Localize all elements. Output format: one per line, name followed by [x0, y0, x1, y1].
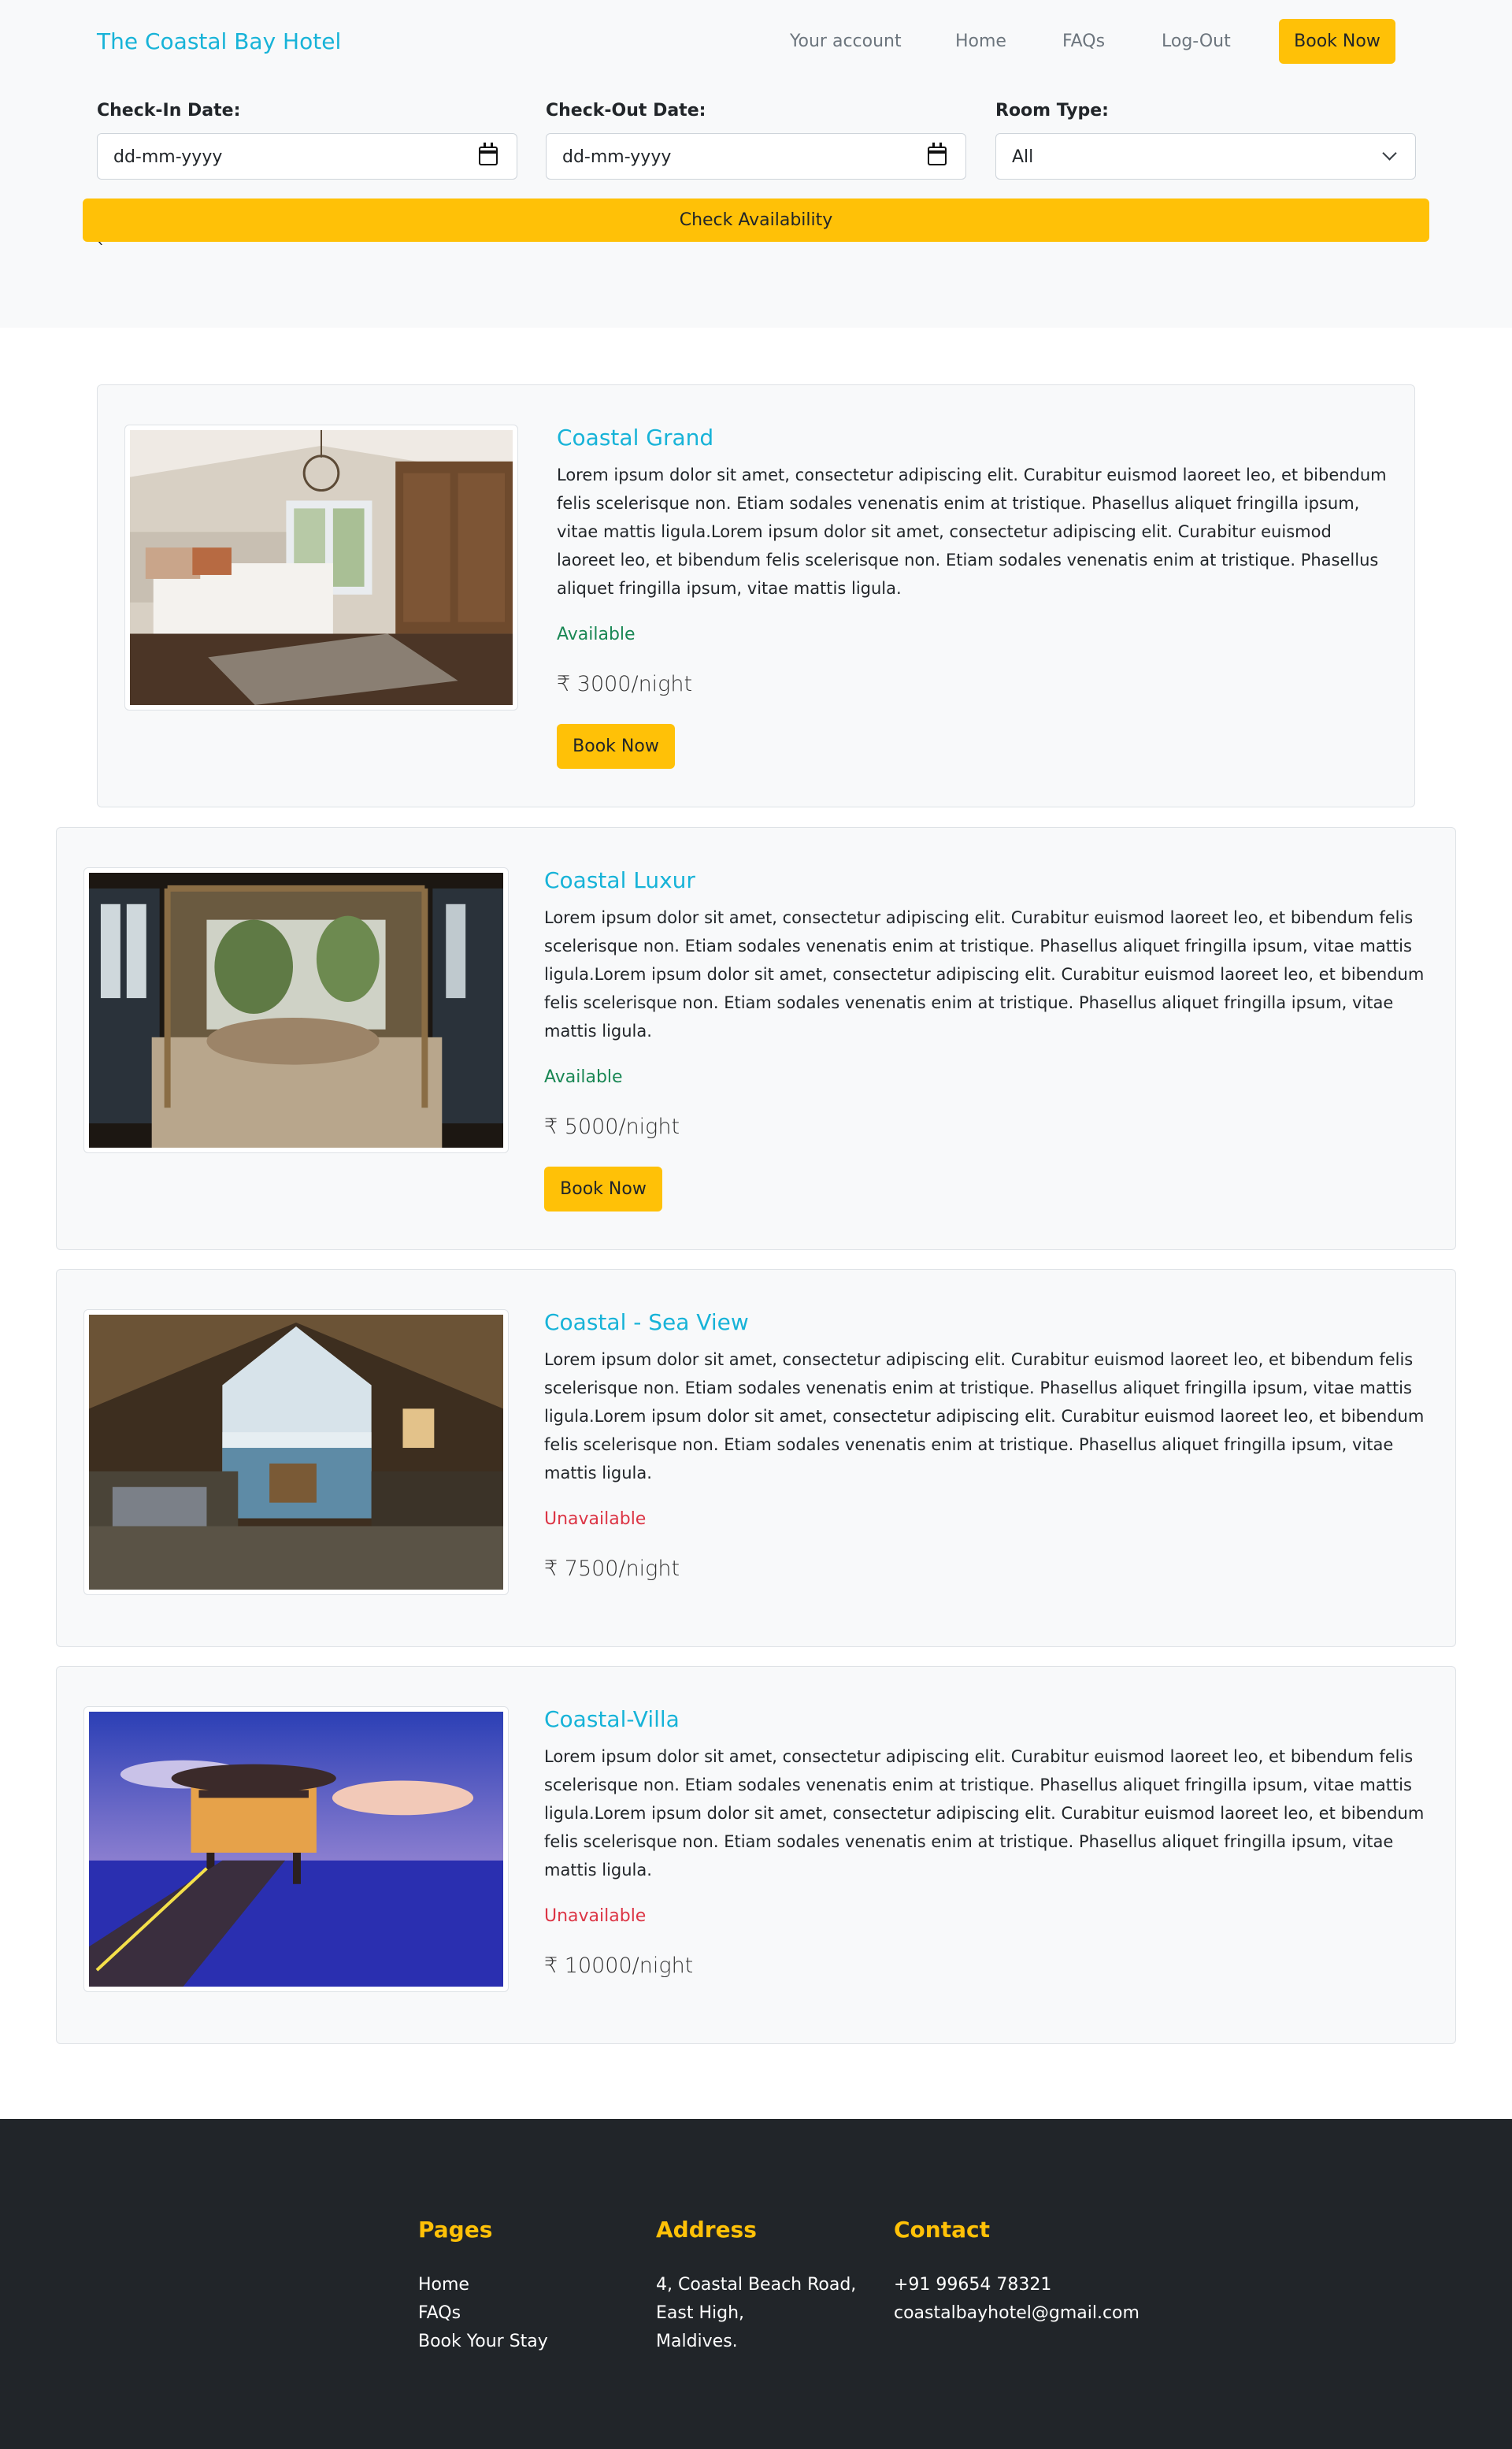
- room-description: Lorem ipsum dolor sit amet, consectetur …: [544, 908, 1425, 1041]
- checkin-label: Check-In Date:: [97, 101, 241, 121]
- nav-link-logout[interactable]: Log-Out: [1162, 32, 1231, 51]
- footer-email: coastalbayhotel@gmail.com: [894, 2303, 1140, 2323]
- footer-link-book-your-stay[interactable]: Book Your Stay: [418, 2332, 548, 2351]
- room-card: Coastal - Sea View Lorem ipsum dolor sit…: [56, 1269, 1456, 1647]
- calendar-icon[interactable]: [928, 143, 947, 165]
- room-price: ₹ 7500/night: [544, 1557, 680, 1581]
- room-description: Lorem ipsum dolor sit amet, consectetur …: [557, 466, 1387, 598]
- room-title: Coastal - Sea View: [544, 1309, 749, 1335]
- room-photo-bedroom: [130, 430, 513, 705]
- footer-contact-heading: Contact: [894, 2217, 990, 2243]
- footer-link-home[interactable]: Home: [418, 2275, 469, 2295]
- checkin-date-input[interactable]: dd-mm-yyyy: [97, 133, 517, 180]
- room-title: Coastal Luxur: [544, 867, 695, 893]
- status-badge: Unavailable: [544, 1509, 647, 1529]
- book-now-button[interactable]: Book Now: [544, 1167, 662, 1212]
- calendar-icon[interactable]: [479, 143, 498, 165]
- room-photo-villa: [89, 1712, 503, 1987]
- room-photo-luxury: [89, 873, 503, 1148]
- status-badge: Available: [557, 625, 636, 644]
- checkin-date-placeholder: dd-mm-yyyy: [113, 147, 223, 167]
- room-photo-frame: [124, 425, 518, 711]
- footer: Pages Home FAQs Book Your Stay Address 4…: [0, 2119, 1512, 2449]
- room-photo-frame: [83, 867, 509, 1153]
- footer-address-line: East High,: [656, 2303, 745, 2323]
- status-badge: Available: [544, 1067, 623, 1087]
- checkout-date-input[interactable]: dd-mm-yyyy: [546, 133, 966, 180]
- status-badge: Unavailable: [544, 1906, 647, 1926]
- footer-phone: +91 99654 78321: [894, 2275, 1052, 2295]
- nav-link-faqs[interactable]: FAQs: [1062, 32, 1105, 51]
- room-type-label: Room Type:: [995, 101, 1109, 121]
- room-price: ₹ 10000/night: [544, 1954, 694, 1978]
- checkout-label: Check-Out Date:: [546, 101, 706, 121]
- check-availability-button[interactable]: Check Availability: [83, 199, 1429, 242]
- room-price: ₹ 5000/night: [544, 1115, 680, 1139]
- footer-link-faqs[interactable]: FAQs: [418, 2303, 461, 2323]
- book-now-button[interactable]: Book Now: [557, 724, 675, 769]
- room-photo-frame: [83, 1309, 509, 1595]
- room-description: Lorem ipsum dolor sit amet, consectetur …: [544, 1350, 1425, 1482]
- navbar: The Coastal Bay Hotel Your account Home …: [0, 0, 1512, 85]
- room-card: Coastal Grand Lorem ipsum dolor sit amet…: [97, 384, 1415, 807]
- room-photo-frame: [83, 1706, 509, 1992]
- room-description: Lorem ipsum dolor sit amet, consectetur …: [544, 1747, 1425, 1879]
- footer-address-heading: Address: [656, 2217, 757, 2243]
- nav-book-now-button[interactable]: Book Now: [1279, 19, 1395, 64]
- room-type-select[interactable]: All: [995, 133, 1416, 180]
- chevron-down-icon: [1382, 146, 1397, 161]
- nav-link-home[interactable]: Home: [955, 32, 1006, 51]
- footer-address-line: Maldives.: [656, 2332, 738, 2351]
- top-section: The Coastal Bay Hotel Your account Home …: [0, 0, 1512, 328]
- room-title: Coastal-Villa: [544, 1706, 680, 1732]
- brand-logo[interactable]: The Coastal Bay Hotel: [97, 28, 341, 54]
- nav-link-your-account[interactable]: Your account: [790, 32, 902, 51]
- room-photo-sea-view: [89, 1315, 503, 1590]
- stray-text: `: [97, 241, 106, 261]
- checkout-date-placeholder: dd-mm-yyyy: [562, 147, 672, 167]
- footer-pages-heading: Pages: [418, 2217, 493, 2243]
- room-price: ₹ 3000/night: [557, 672, 693, 696]
- room-card: Coastal-Villa Lorem ipsum dolor sit amet…: [56, 1666, 1456, 2044]
- footer-address-line: 4, Coastal Beach Road,: [656, 2275, 857, 2295]
- room-card: Coastal Luxur Lorem ipsum dolor sit amet…: [56, 827, 1456, 1250]
- room-title: Coastal Grand: [557, 425, 714, 451]
- room-type-value: All: [1012, 147, 1034, 167]
